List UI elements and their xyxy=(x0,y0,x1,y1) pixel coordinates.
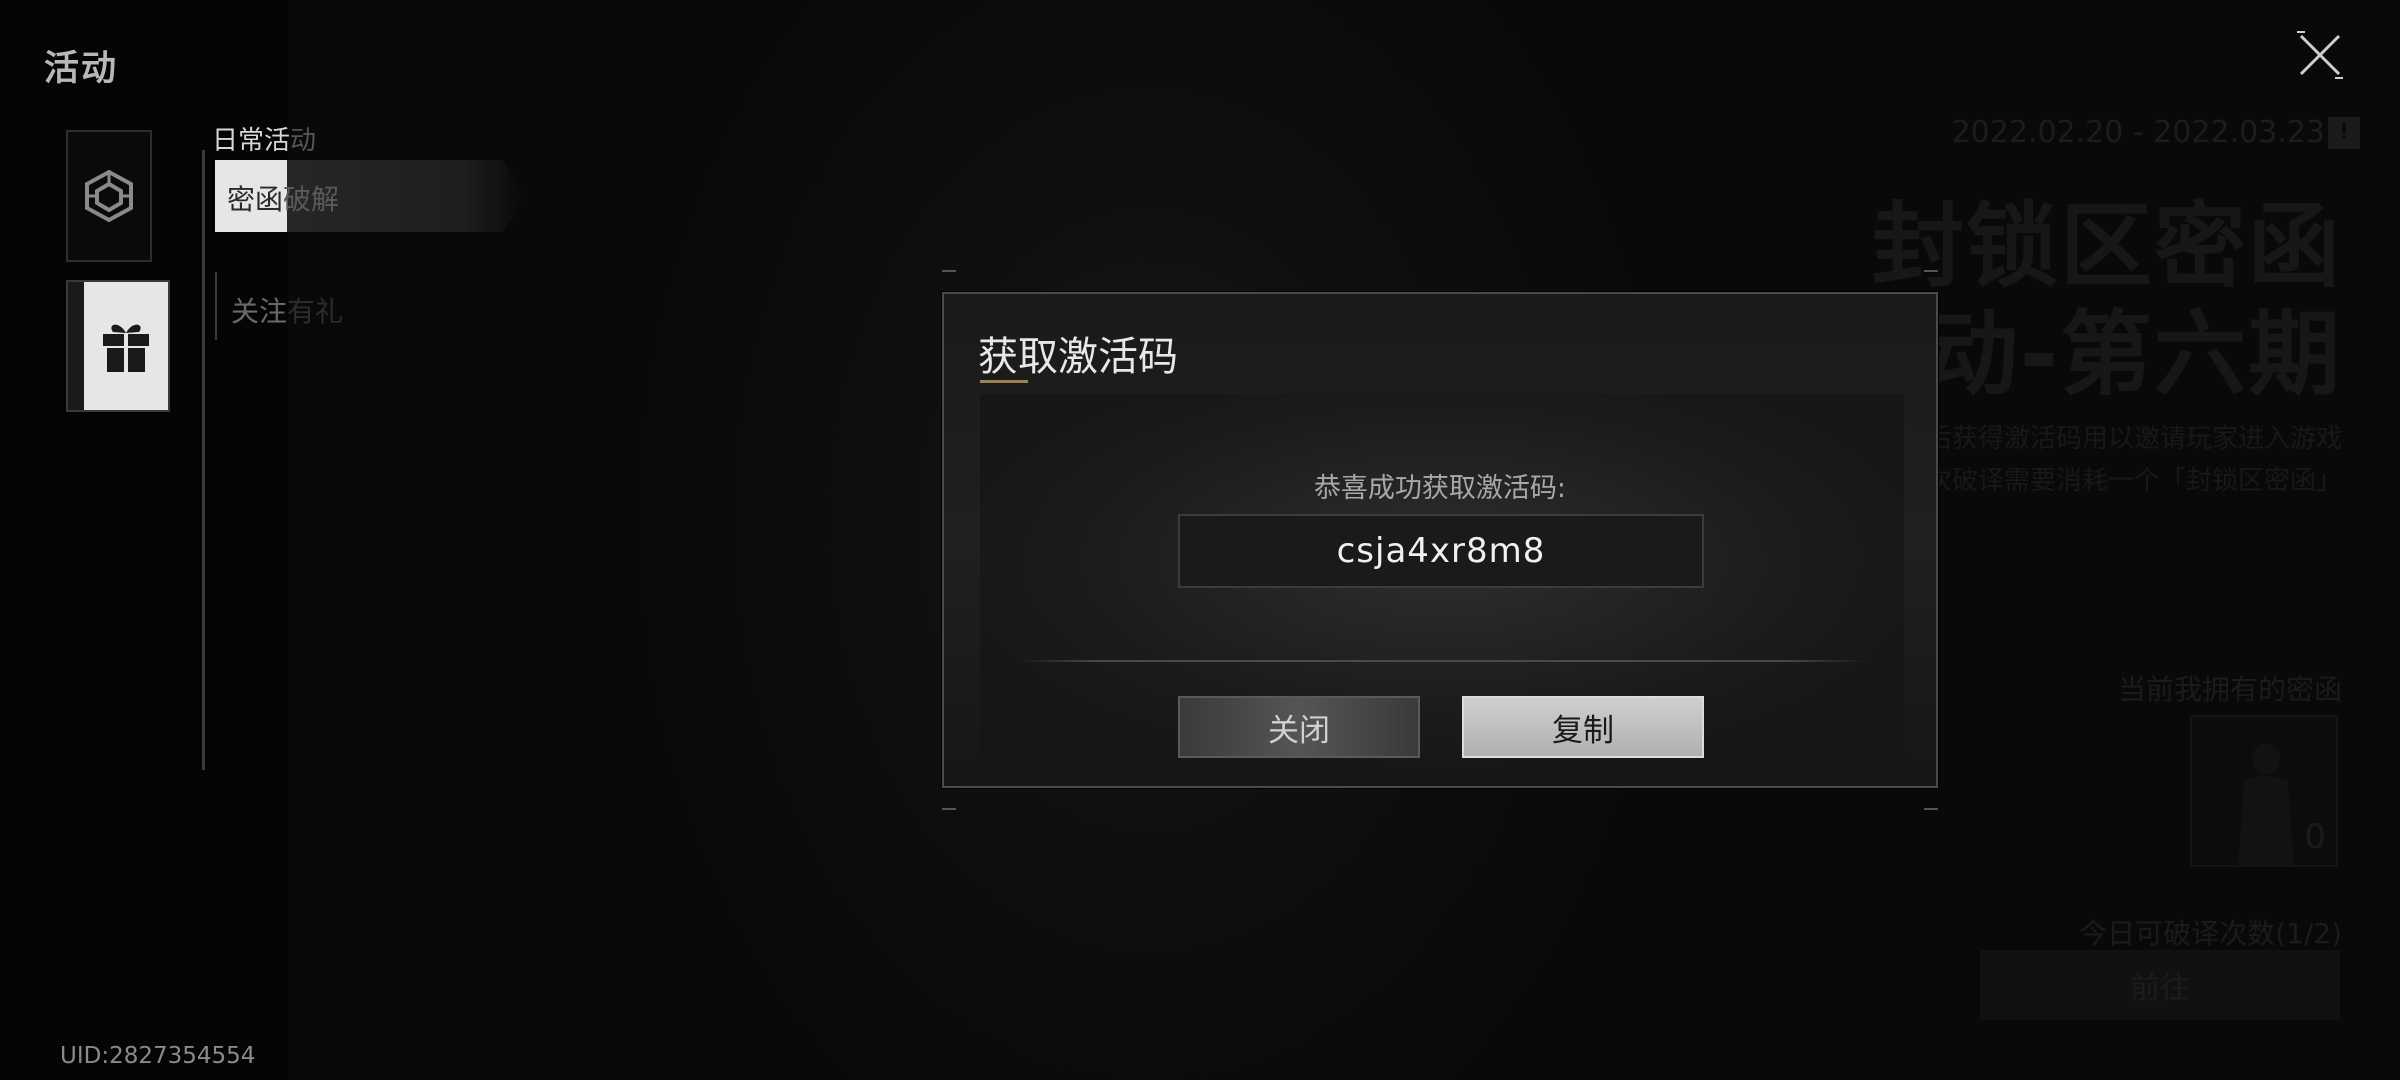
list-item-follow[interactable]: 关注有礼 xyxy=(215,272,375,340)
emblem-icon xyxy=(85,169,133,223)
list-item-letter-decrypt[interactable]: 密函破解 xyxy=(215,160,525,232)
list-item-label: 关注有礼 xyxy=(231,290,343,330)
section-label: 日常活动 xyxy=(212,120,316,157)
user-id: UID:2827354554 xyxy=(60,1043,256,1069)
dialog-title: 获取激活码 xyxy=(978,334,1178,380)
list-item-label-main: 关注 xyxy=(231,295,288,328)
game-screen: 2022.02.20 - 2022.03.23 ! 封锁区密函 破译活动-第六期… xyxy=(0,0,2400,1080)
list-item-label-faded: 有礼 xyxy=(287,295,344,328)
category-tab-gift[interactable] xyxy=(66,280,170,412)
section-label-text: 日常活 xyxy=(212,126,291,156)
activation-code-field[interactable]: csja4xr8m8 xyxy=(1178,514,1704,588)
list-item-label-faded: 破解 xyxy=(283,183,340,216)
gift-icon xyxy=(103,324,149,372)
dialog-divider xyxy=(1018,660,1866,662)
list-item-label-main: 密函 xyxy=(227,183,284,216)
corner-tick xyxy=(942,270,956,272)
success-message: 恭喜成功获取激活码: xyxy=(1313,473,1567,504)
copy-button[interactable]: 复制 xyxy=(1462,696,1704,758)
section-label-faded: 动 xyxy=(290,126,317,156)
category-tab-emblem[interactable] xyxy=(66,130,152,262)
close-icon[interactable] xyxy=(2295,30,2345,80)
corner-tick xyxy=(1924,808,1938,810)
sidebar-title: 活动 xyxy=(44,49,119,89)
activation-code-dialog: 获取激活码 恭喜成功获取激活码: csja4xr8m8 关闭 复制 xyxy=(942,270,1938,810)
list-item-label: 密函破解 xyxy=(227,178,339,218)
corner-tick xyxy=(942,808,956,810)
title-underline xyxy=(980,380,1028,383)
close-button[interactable]: 关闭 xyxy=(1178,696,1420,758)
corner-tick xyxy=(1924,270,1938,272)
activation-code[interactable]: csja4xr8m8 xyxy=(1337,531,1546,571)
sidebar-divider xyxy=(202,150,205,770)
